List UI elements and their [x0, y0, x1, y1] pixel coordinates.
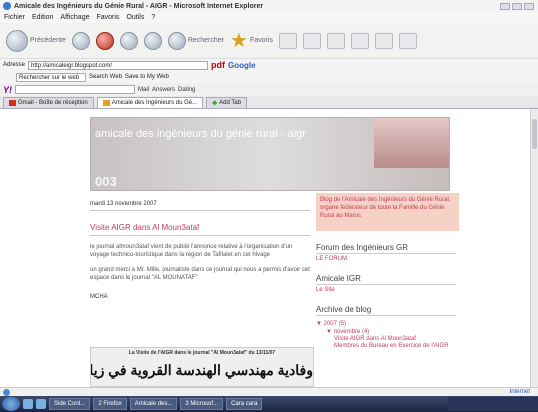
yahoo-logo[interactable]: Y! — [3, 85, 12, 95]
address-bar: Adresse http://amicaleigr.blogspot.com/ … — [0, 59, 538, 71]
mail-icon[interactable] — [302, 32, 321, 49]
tab-gmail-label: Gmail - Boîte de réception — [18, 100, 88, 106]
internet-explorer-icon — [3, 2, 11, 10]
window-title: Amicale des Ingénieurs du Génie Rural - … — [14, 2, 264, 10]
edit-icon[interactable] — [350, 32, 369, 49]
back-arrow-icon — [6, 29, 28, 52]
archive-post-link[interactable]: Visite AIGR dans Al Moun3ataf — [334, 336, 460, 343]
forum-link[interactable]: LE FORUM — [316, 256, 460, 262]
archive-month-november[interactable]: ▼ novembre (4) — [326, 329, 460, 336]
plus-icon: ✚ — [212, 100, 218, 107]
history-icon[interactable] — [278, 32, 297, 49]
research-icon[interactable] — [398, 32, 417, 49]
google-toolbar-logo[interactable]: Google — [228, 61, 256, 70]
archive-year-2007[interactable]: ▼ 2007 (5) — [316, 321, 460, 327]
start-button[interactable] — [2, 397, 20, 411]
post-signature: MCHA — [90, 294, 108, 300]
back-label: Précédente — [30, 37, 66, 44]
tab-amicale-label: Amicale des Ingénieurs du Gé... — [111, 100, 198, 106]
tab-bar: Gmail - Boîte de réception Amicale des I… — [0, 96, 538, 109]
search-label: Rechercher — [187, 37, 224, 44]
archive-heading: Archive de blog — [316, 305, 456, 316]
favorites-button[interactable]: ★ Favoris — [230, 29, 273, 52]
tab-add-label: Add Tab — [219, 100, 242, 106]
refresh-button[interactable] — [119, 31, 138, 50]
header-number: 003 — [95, 174, 117, 189]
quicklaunch-icon[interactable] — [36, 399, 46, 409]
windows-taskbar: Side Cont... 2 Firefox Amicale des... 3 … — [0, 396, 538, 412]
post-paragraph-1: le journal almoun3ataf vient de publié l… — [90, 244, 293, 258]
minimize-button[interactable] — [500, 2, 510, 10]
post-date: mardi 13 novembre 2007 — [90, 201, 310, 211]
search-input[interactable]: Rechercher sur le web — [16, 72, 86, 82]
page-viewport: amicale des ingénieurs du génie rural - … — [0, 109, 530, 387]
clipping-headline: وفادية مهندسي الهندسة القروية في زيارة ل… — [91, 362, 313, 378]
post-title[interactable]: Visite AIGR dans Al Moun3ataf — [90, 223, 310, 236]
forum-heading: Forum des Ingénieurs GR — [316, 243, 456, 254]
tab-amicale[interactable]: Amicale des Ingénieurs du Gé... — [96, 97, 204, 108]
answers-link[interactable]: Answers — [152, 87, 175, 93]
blogger-icon — [102, 100, 110, 106]
tab-add[interactable]: ✚ Add Tab — [206, 97, 248, 108]
blog-header: amicale des ingénieurs du génie rural - … — [90, 117, 450, 191]
page-status-icon — [3, 388, 10, 396]
address-input[interactable]: http://amicaleigr.blogspot.com/ — [28, 60, 209, 70]
blog-post: mardi 13 novembre 2007 Visite AIGR dans … — [90, 195, 316, 387]
dating-link[interactable]: Dating — [178, 87, 195, 93]
taskbar-button[interactable]: 2 Firefox — [93, 398, 127, 410]
yahoo-toolbar: Y! Mail Answers Dating — [0, 83, 538, 96]
taskbar-button[interactable]: Side Cont... — [49, 398, 91, 410]
clipping-caption: La Visite de l'AIGR dans le journal "Al … — [128, 350, 276, 356]
vertical-scrollbar[interactable] — [530, 109, 538, 387]
scrollbar-thumb[interactable] — [532, 119, 537, 149]
status-bar: Internet — [0, 387, 538, 396]
gmail-icon — [9, 100, 16, 106]
menu-edition[interactable]: Edition — [32, 14, 53, 21]
blog-description: Blog de l'Amicale des Ingénieurs du Géni… — [316, 193, 459, 231]
window-controls — [500, 2, 538, 10]
star-icon: ★ — [230, 29, 248, 52]
menu-outils[interactable]: Outils — [126, 14, 144, 21]
stop-button[interactable] — [95, 31, 114, 50]
menu-help[interactable]: ? — [151, 14, 155, 21]
blog-title[interactable]: amicale des ingénieurs du génie rural - … — [95, 128, 306, 140]
taskbar-button[interactable]: Cara cara — [226, 398, 263, 410]
search-button[interactable]: Rechercher — [167, 31, 224, 50]
back-button[interactable]: Précédente — [6, 29, 66, 52]
home-button[interactable] — [143, 31, 162, 50]
pdf-toolbar-button[interactable]: pdf — [211, 60, 225, 70]
menu-bar: Fichier Edition Affichage Favoris Outils… — [0, 12, 538, 23]
address-label: Adresse — [3, 62, 26, 68]
post-paragraph-2: un grand merci à Mr. Mille, journaliste … — [90, 267, 310, 281]
close-button[interactable] — [524, 2, 534, 10]
header-photo — [374, 118, 449, 168]
menu-favoris[interactable]: Favoris — [96, 14, 119, 21]
site-link[interactable]: Le Site — [316, 287, 460, 293]
yahoo-search-input[interactable] — [15, 85, 135, 94]
navigation-toolbar: Précédente Rechercher ★ Favoris — [0, 23, 538, 59]
security-zone: Internet — [509, 389, 530, 395]
system-tray — [448, 397, 538, 411]
menu-affichage[interactable]: Affichage — [60, 14, 89, 21]
newspaper-clipping[interactable]: La Visite de l'AIGR dans le journal "Al … — [90, 347, 314, 387]
quicklaunch-icon[interactable] — [23, 399, 33, 409]
tab-gmail[interactable]: Gmail - Boîte de réception — [3, 97, 94, 108]
blog-sidebar: Blog de l'Amicale des Ingénieurs du Géni… — [316, 193, 460, 387]
favorites-label: Favoris — [249, 37, 273, 44]
search-icon — [167, 31, 186, 50]
maximize-button[interactable] — [512, 2, 522, 10]
messenger-icon[interactable] — [374, 32, 393, 49]
mail-link[interactable]: Mail — [138, 87, 149, 93]
archive-post-link[interactable]: Membres du Bureau en Exercice de l'AIGR — [334, 343, 460, 350]
print-icon[interactable] — [326, 32, 345, 49]
search-web-button[interactable]: Search Web — [89, 74, 122, 80]
window-titlebar: Amicale des Ingénieurs du Génie Rural - … — [0, 0, 538, 12]
site-heading: Amicale IGR — [316, 274, 456, 285]
taskbar-button[interactable]: Amicale des... — [129, 398, 178, 410]
save-to-my-web-button[interactable]: Save to My Web — [125, 74, 169, 80]
forward-button[interactable] — [71, 31, 90, 50]
taskbar-button[interactable]: 3 Microsof... — [180, 398, 224, 410]
menu-fichier[interactable]: Fichier — [4, 14, 25, 21]
search-toolbar: Rechercher sur le web Search Web Save to… — [0, 71, 538, 83]
